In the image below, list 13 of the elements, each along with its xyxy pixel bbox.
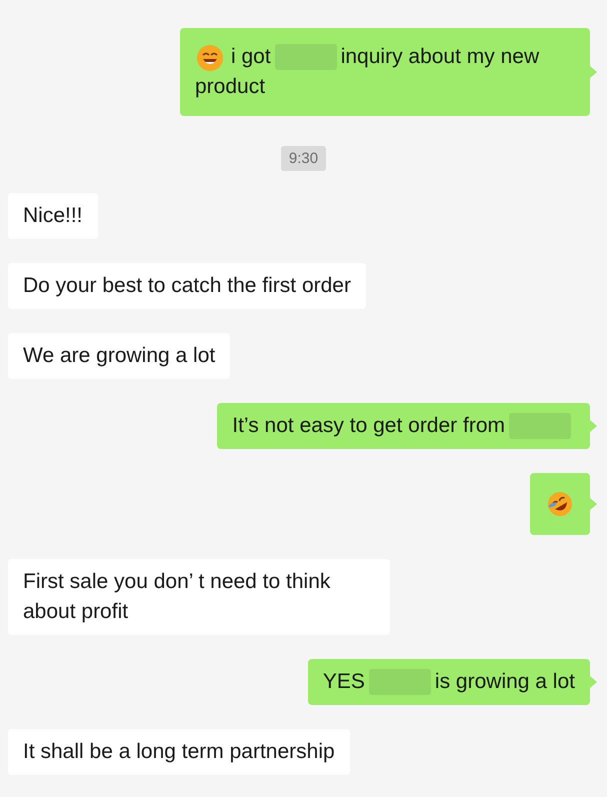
- message-text: Nice!!!: [23, 204, 83, 227]
- grinning-emoji-icon: [195, 42, 225, 72]
- message-text: is growing a lot: [434, 669, 575, 696]
- message-text: First sale you don’ t need to think about profit: [23, 570, 330, 624]
- message-text: product: [195, 74, 266, 100]
- message-text: YES: [322, 669, 365, 696]
- message-text: It’s not easy to get order from: [232, 413, 505, 439]
- message-text: We are growing a lot: [23, 344, 216, 367]
- message-text: Do your best to catch the first order: [23, 274, 351, 297]
- timestamp: 9:30: [280, 146, 326, 171]
- message-text: inquiry about my new: [340, 44, 540, 70]
- message-text: It shall be a long term partnership: [23, 740, 335, 764]
- message-text: i got: [231, 44, 271, 70]
